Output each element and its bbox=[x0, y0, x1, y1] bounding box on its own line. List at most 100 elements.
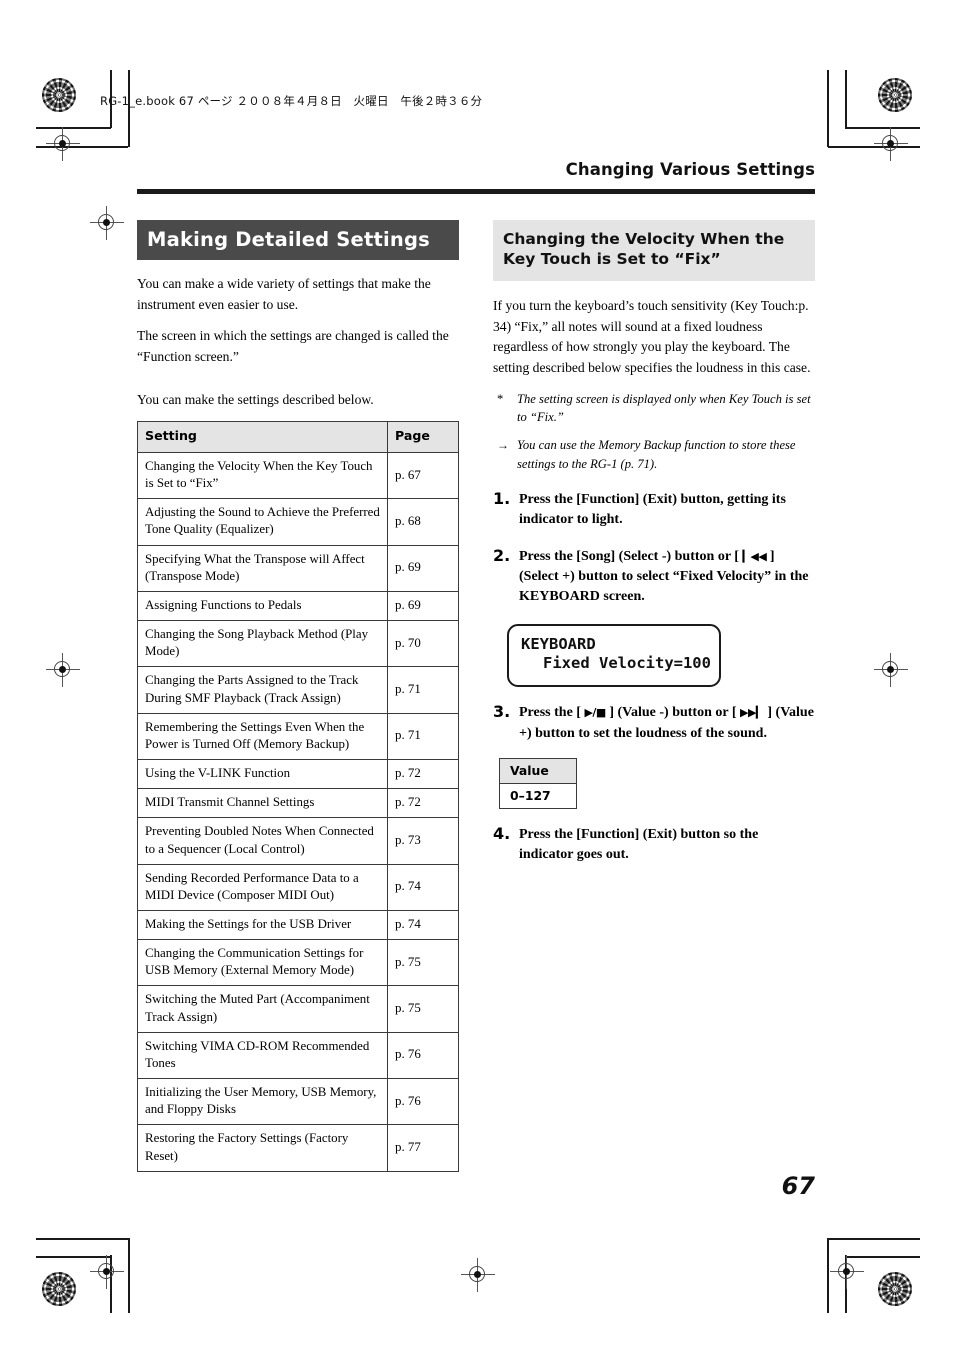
setting-page-cell: p. 74 bbox=[387, 863, 459, 911]
page-number: 67 bbox=[781, 1172, 815, 1200]
setting-page-cell: p. 75 bbox=[387, 939, 459, 987]
registration-cross-top-left bbox=[46, 127, 80, 161]
table-row: MIDI Transmit Channel Settings p. 72 bbox=[137, 788, 459, 819]
setting-page-cell: p. 74 bbox=[387, 909, 459, 941]
note-arrow-text: You can use the Memory Backup function t… bbox=[517, 438, 796, 472]
registration-cross-top-left-inner bbox=[90, 206, 124, 240]
header-rule bbox=[137, 189, 815, 194]
table-row: Making the Settings for the USB Driver p.… bbox=[137, 909, 459, 941]
crop-line-bottom-left-h bbox=[36, 1238, 128, 1240]
setting-name-cell: Changing the Communication Settings for … bbox=[137, 939, 388, 987]
setting-page-cell: p. 72 bbox=[387, 759, 459, 790]
setting-name-cell: Changing the Parts Assigned to the Track… bbox=[137, 666, 388, 714]
setting-name-cell: Assigning Functions to Pedals bbox=[137, 590, 388, 622]
table-row: Specifying What the Transpose will Affec… bbox=[137, 544, 459, 592]
page-content: Changing Various Settings Making Detaile… bbox=[137, 160, 815, 1172]
table-row: Switching the Muted Part (Accompaniment … bbox=[137, 985, 459, 1033]
table-row: Sending Recorded Performance Data to a M… bbox=[137, 863, 459, 911]
crop-line-bottom-right-h bbox=[828, 1238, 920, 1240]
right-column: Changing the Velocity When the Key Touch… bbox=[493, 220, 815, 865]
table-row: Changing the Communication Settings for … bbox=[137, 939, 459, 987]
table-header-row: Setting Page bbox=[137, 421, 459, 454]
settings-index-table: Setting Page Changing the Velocity When … bbox=[137, 421, 459, 1172]
step-1: 1. Press the [Function] (Exit) button, g… bbox=[493, 489, 815, 531]
registration-target-top-left bbox=[42, 78, 76, 112]
step-3-text-before: Press the [ bbox=[519, 705, 585, 721]
step-2-text: Press the [Song] (Select -) button or [ … bbox=[519, 547, 815, 608]
chapter-banner: Making Detailed Settings bbox=[137, 220, 459, 260]
setting-name-cell: Restoring the Factory Settings (Factory … bbox=[137, 1124, 388, 1172]
crop-line-bottom-right-v2 bbox=[827, 1238, 829, 1313]
setting-name-cell: MIDI Transmit Channel Settings bbox=[137, 788, 388, 819]
ebook-file-header: RG-1_e.book 67 ページ ２００８年４月８日 火曜日 午後２時３６分 bbox=[100, 94, 483, 108]
registration-cross-bottom-left bbox=[90, 1255, 124, 1289]
setting-name-cell: Changing the Velocity When the Key Touch… bbox=[137, 452, 388, 500]
step-2-number: 2. bbox=[493, 545, 511, 565]
table-row: Changing the Parts Assigned to the Track… bbox=[137, 666, 459, 714]
play-stop-icon: ▶/■ bbox=[584, 706, 606, 720]
setting-page-cell: p. 70 bbox=[387, 620, 459, 668]
value-table-header: Value bbox=[499, 757, 577, 784]
setting-page-cell: p. 71 bbox=[387, 712, 459, 761]
table-row: Initializing the User Memory, USB Memory… bbox=[137, 1078, 459, 1126]
settings-table-body: Changing the Velocity When the Key Touch… bbox=[137, 452, 459, 1172]
table-row: Assigning Functions to Pedals p. 69 bbox=[137, 590, 459, 622]
setting-page-cell: p. 75 bbox=[387, 985, 459, 1033]
registration-cross-top-right bbox=[874, 127, 908, 161]
table-row: Switching VIMA CD-ROM Recommended Tones p… bbox=[137, 1031, 459, 1080]
setting-page-cell: p. 67 bbox=[387, 452, 459, 500]
setting-name-cell: Using the V-LINK Function bbox=[137, 759, 388, 790]
left-column: Making Detailed Settings You can make a … bbox=[137, 220, 459, 1172]
setting-name-cell: Changing the Song Playback Method (Play … bbox=[137, 620, 388, 668]
step-1-number: 1. bbox=[493, 489, 511, 509]
registration-cross-bottom-center bbox=[461, 1258, 495, 1292]
crop-line-top-right-v bbox=[845, 70, 847, 128]
setting-name-cell: Switching VIMA CD-ROM Recommended Tones bbox=[137, 1031, 388, 1080]
step-3-text-middle: ] (Value -) button or [ bbox=[605, 705, 740, 721]
table-row: Changing the Velocity When the Key Touch… bbox=[137, 452, 459, 500]
value-range-table: Value 0–127 bbox=[499, 757, 577, 809]
two-column-layout: Making Detailed Settings You can make a … bbox=[137, 220, 815, 1172]
note-asterisk-text: The setting screen is displayed only whe… bbox=[517, 391, 811, 425]
table-row: Remembering the Settings Even When the P… bbox=[137, 712, 459, 761]
value-table-header-row: Value bbox=[499, 757, 577, 784]
value-table-range: 0–127 bbox=[499, 782, 577, 809]
setting-page-cell: p. 71 bbox=[387, 666, 459, 714]
table-row: Preventing Doubled Notes When Connected … bbox=[137, 817, 459, 865]
running-head: Changing Various Settings bbox=[565, 160, 815, 179]
setting-page-cell: p. 68 bbox=[387, 498, 459, 546]
registration-cross-mid-left bbox=[46, 653, 80, 687]
intro-paragraph-1: You can make a wide variety of settings … bbox=[137, 276, 431, 312]
step-3: 3. Press the [ ▶/■ ] (Value -) button or… bbox=[493, 702, 815, 744]
setting-name-cell: Initializing the User Memory, USB Memory… bbox=[137, 1078, 388, 1126]
setting-name-cell: Preventing Doubled Notes When Connected … bbox=[137, 817, 388, 865]
section-intro-paragraph: If you turn the keyboard’s touch sensiti… bbox=[493, 297, 811, 375]
step-3-number: 3. bbox=[493, 702, 511, 722]
setting-name-cell: Specifying What the Transpose will Affec… bbox=[137, 544, 388, 592]
section-banner: Changing the Velocity When the Key Touch… bbox=[493, 220, 815, 281]
crop-line-bottom-left-v2 bbox=[128, 1238, 130, 1313]
registration-target-top-right bbox=[878, 78, 912, 112]
note-asterisk: * The setting screen is displayed only w… bbox=[493, 390, 815, 428]
setting-name-cell: Remembering the Settings Even When the P… bbox=[137, 712, 388, 761]
setting-name-cell: Making the Settings for the USB Driver bbox=[137, 909, 388, 941]
setting-page-cell: p. 72 bbox=[387, 788, 459, 819]
value-table-value-row: 0–127 bbox=[499, 782, 577, 809]
setting-page-cell: p. 73 bbox=[387, 817, 459, 865]
registration-target-bottom-right bbox=[878, 1272, 912, 1306]
setting-page-cell: p. 77 bbox=[387, 1124, 459, 1172]
table-row: Adjusting the Sound to Achieve the Prefe… bbox=[137, 498, 459, 546]
column-header-page: Page bbox=[387, 421, 459, 454]
step-4-number: 4. bbox=[493, 823, 511, 843]
registration-target-bottom-left bbox=[42, 1272, 76, 1306]
step-4-text: Press the [Function] (Exit) button so th… bbox=[519, 826, 759, 863]
setting-name-cell: Sending Recorded Performance Data to a M… bbox=[137, 863, 388, 911]
step-4: 4. Press the [Function] (Exit) button so… bbox=[493, 823, 815, 866]
step-2: 2. Press the [Song] (Select -) button or… bbox=[493, 545, 815, 608]
step-3-text: Press the [ ▶/■ ] (Value -) button or [ … bbox=[519, 703, 815, 744]
lcd-line-1: KEYBOARD bbox=[521, 634, 596, 653]
crop-line-top-right-v2 bbox=[827, 70, 829, 147]
setting-page-cell: p. 69 bbox=[387, 590, 459, 622]
step-1-text: Press the [Function] (Exit) button, gett… bbox=[519, 492, 786, 528]
setting-page-cell: p. 76 bbox=[387, 1078, 459, 1126]
